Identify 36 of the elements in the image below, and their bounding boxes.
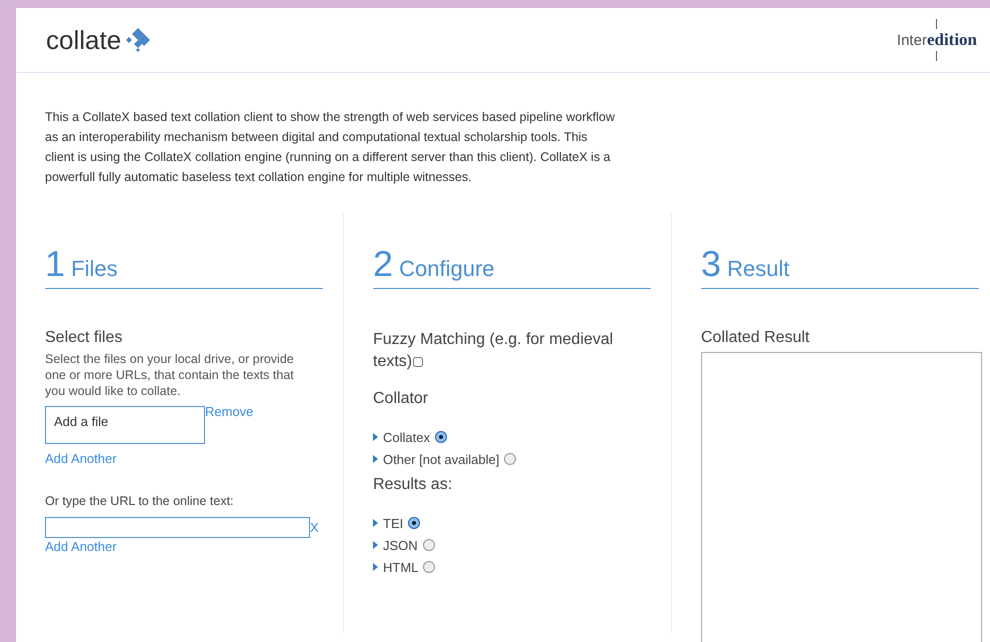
- section-heading: Results as:: [373, 476, 454, 494]
- radio-button[interactable]: [504, 453, 516, 465]
- option-label: Collatex: [383, 430, 430, 444]
- clear-link[interactable]: X: [310, 520, 319, 535]
- section-heading: Collator: [373, 390, 430, 408]
- section-heading: Select files: [45, 329, 124, 347]
- radio-button[interactable]: [423, 561, 436, 573]
- section-title: 2 Configure: [373, 243, 651, 289]
- triangle-bullet-icon: [373, 519, 378, 527]
- fuzzy-checkbox[interactable]: [413, 357, 424, 367]
- option-label: TEI: [383, 516, 404, 530]
- section-title: 3 Result: [701, 243, 979, 289]
- radio-button[interactable]: [422, 539, 435, 551]
- add-another-link[interactable]: Add Another: [45, 539, 117, 554]
- logo-text[interactable]: collate: [46, 24, 122, 56]
- file-field[interactable]: Add a file: [45, 406, 205, 444]
- partner-logo[interactable]: Interedition: [896, 19, 977, 61]
- section-heading: Collated Result: [701, 329, 810, 347]
- triangle-bullet-icon: [373, 563, 378, 571]
- section-title: 1 Files: [45, 243, 323, 289]
- url-field[interactable]: [45, 517, 310, 538]
- option-label: Other [not available]: [383, 452, 500, 466]
- radio-button[interactable]: [408, 517, 420, 529]
- triangle-bullet-icon: [373, 433, 378, 441]
- fuzzy-matching-label: Fuzzy Matching (e.g. for medieval texts): [373, 330, 614, 372]
- option-label: HTML: [383, 560, 418, 574]
- triangle-bullet-icon: [373, 455, 378, 463]
- description-text: Select the files on your local drive, or provide one or more URLs, that contain the texts that you would like to collate.: [45, 351, 295, 399]
- add-another-link[interactable]: Add Another: [45, 451, 117, 466]
- triangle-bullet-icon: [373, 541, 378, 549]
- radio-button[interactable]: [434, 431, 447, 443]
- diamond-logo-icon: [125, 27, 152, 53]
- option-label: JSON: [383, 538, 418, 552]
- remove-link[interactable]: Remove: [205, 404, 254, 419]
- url-label: Or type the URL to the online text:: [45, 494, 235, 508]
- intro-paragraph: This a CollateX based text collation client to show the strength of web services based pipeline workflow as an interoperability mechanism between digital and computational textual scholarship tools. This client is using the CollateX collation engine (running on a different server than this client). CollateX is a powerfull fully automatic baseless text collation engine for multiple witnesses.: [45, 109, 615, 186]
